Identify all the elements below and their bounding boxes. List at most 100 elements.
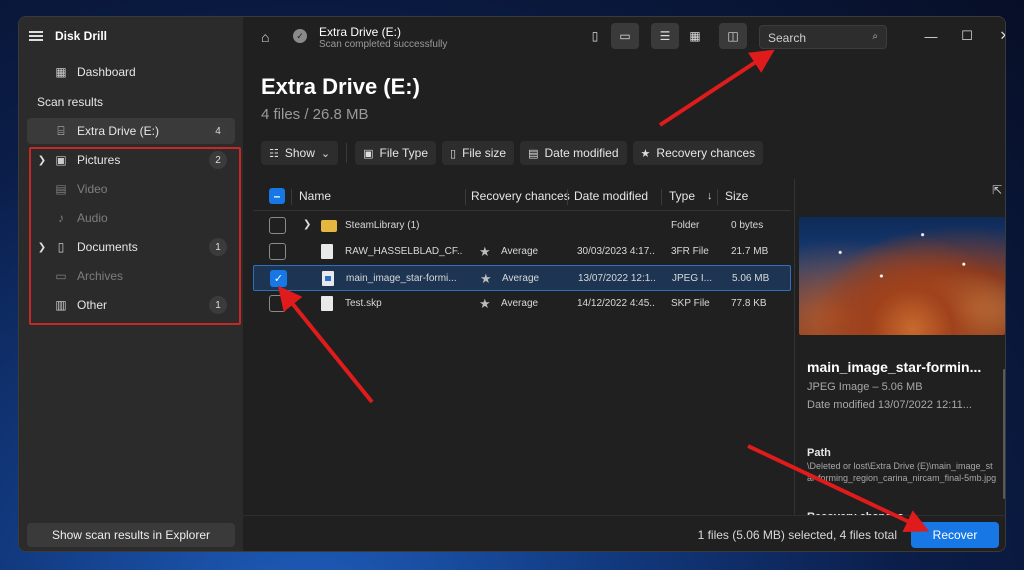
preview-pane-button[interactable]: ◫ [719, 23, 747, 49]
count-badge: 4 [209, 122, 227, 140]
calendar-icon: ▤ [528, 147, 539, 160]
file-name: SteamLibrary (1) [345, 220, 420, 231]
list-view-button[interactable]: ☰ [651, 23, 679, 49]
film-icon: ▤ [55, 182, 67, 196]
sidebar: Disk Drill ▦ Dashboard Scan results ⌸ Ex… [19, 17, 243, 551]
file-size: 77.8 KB [731, 298, 767, 309]
sidebar-item-other[interactable]: ▥ Other 1 [27, 292, 235, 318]
search-placeholder: Search [768, 31, 807, 45]
recovery-chance: Average [502, 273, 540, 284]
sort-down-icon: ↓ [707, 190, 713, 202]
chevron-right-icon[interactable]: ❯ [35, 155, 49, 166]
search-input[interactable]: Search ⌕ [759, 25, 887, 49]
table-row[interactable]: RAW_HASSELBLAD_CF... ★ Average 30/03/202… [253, 239, 791, 265]
file-name: RAW_HASSELBLAD_CF... [345, 246, 463, 257]
sidebar-item-dashboard[interactable]: ▦ Dashboard [27, 59, 235, 85]
preview-date: Date modified 13/07/2022 12:11... [807, 399, 972, 411]
selection-status: 1 files (5.06 MB) selected, 4 files tota… [697, 528, 897, 542]
sidebar-item-label: Pictures [77, 153, 121, 167]
preview-path: \Deleted or lost\Extra Drive (E)\main_im… [807, 461, 997, 483]
check-circle-icon: ✓ [293, 29, 307, 43]
count-badge: 2 [209, 151, 227, 169]
app-window: Disk Drill ▦ Dashboard Scan results ⌸ Ex… [18, 16, 1006, 552]
chevron-right-icon[interactable]: ❯ [303, 219, 311, 230]
filter-bar: ☷ Show ⌄ ▣ File Type ▯ File size ▤ Date … [261, 141, 764, 165]
preview-file-name: main_image_star-formin... [807, 359, 982, 375]
row-checkbox[interactable] [269, 243, 286, 260]
show-filter-button[interactable]: ☷ Show ⌄ [261, 141, 339, 165]
file-name: Test.skp [345, 298, 382, 309]
divider [346, 143, 348, 163]
recover-button[interactable]: Recover [911, 522, 999, 548]
drive-icon: ⌸ [57, 123, 65, 138]
column-recovery-chances[interactable]: Recovery chances [471, 181, 570, 211]
maximize-button[interactable]: ☐ [955, 25, 979, 47]
sidebar-item-label: Dashboard [77, 65, 136, 79]
minimize-button[interactable]: — [919, 25, 943, 47]
scan-status: Scan completed successfully [319, 39, 448, 50]
page-subtitle: 4 files / 26.8 MB [261, 106, 369, 123]
sidebar-item-label: Archives [77, 269, 124, 283]
archive-icon: ▭ [55, 269, 67, 283]
chevron-down-icon: ⌄ [320, 147, 331, 160]
table-row-selected[interactable]: ✓ main_image_star-formi... ★ Average 13/… [253, 265, 791, 291]
column-size[interactable]: Size [725, 181, 748, 211]
sliders-icon: ☷ [269, 147, 279, 160]
date-modified: 30/03/2023 4:17... [577, 246, 655, 257]
file-icon [321, 296, 333, 311]
date-modified-filter-button[interactable]: ▤ Date modified [520, 141, 627, 165]
select-all-checkbox[interactable]: – [269, 188, 285, 204]
sidebar-item-audio: ♪ Audio [27, 205, 235, 231]
sidebar-item-video: ▤ Video [27, 176, 235, 202]
scrollbar[interactable] [1003, 369, 1005, 499]
sidebar-item-label: Other [77, 298, 108, 312]
sidebar-item-documents[interactable]: ❯ ▯ Documents 1 [27, 234, 235, 260]
preview-file-kind: JPEG Image – 5.06 MB [807, 381, 923, 393]
panel-icon: ◫ [727, 29, 739, 43]
preview-panel: ⇱ main_image_star-formin... JPEG Image –… [794, 179, 1005, 523]
chevron-right-icon[interactable]: ❯ [35, 242, 49, 253]
sidebar-item-label: Video [77, 182, 108, 196]
folder-view-button[interactable]: ▭ [611, 23, 639, 49]
grid-icon: ▦ [689, 29, 701, 43]
sidebar-item-pictures[interactable]: ❯ ▣ Pictures 2 [27, 147, 235, 173]
file-type-filter-button[interactable]: ▣ File Type [355, 141, 436, 165]
file-size: 5.06 MB [732, 273, 770, 284]
table-header: – Name Recovery chances Date modified Ty… [253, 181, 791, 211]
table-row[interactable]: ❯ SteamLibrary (1) Folder 0 bytes [253, 213, 791, 239]
column-type[interactable]: Type ↓ [669, 181, 713, 211]
music-note-icon: ♪ [58, 211, 64, 225]
file-size-filter-button[interactable]: ▯ File size [442, 141, 515, 165]
column-name[interactable]: Name [299, 181, 331, 211]
file-type: 3FR File [671, 246, 709, 257]
home-icon[interactable]: ⌂ [261, 29, 277, 45]
sidebar-item-archives: ▭ Archives [27, 263, 235, 289]
row-checkbox[interactable] [269, 217, 286, 234]
folder-icon: ▭ [619, 29, 631, 43]
star-icon: ★ [479, 296, 491, 311]
file-view-button[interactable]: ▯ [581, 23, 609, 49]
image-icon: ▣ [55, 153, 67, 167]
page-title: Extra Drive (E:) [261, 74, 420, 99]
hamburger-menu-icon[interactable] [29, 31, 43, 41]
grid-view-button[interactable]: ▦ [681, 23, 709, 49]
row-checkbox[interactable] [269, 295, 286, 312]
list-icon: ☰ [659, 29, 671, 43]
close-button[interactable]: ✕ [993, 25, 1005, 47]
scan-results-label: Scan results [37, 95, 104, 109]
sidebar-item-extra-drive[interactable]: ⌸ Extra Drive (E:) 4 [27, 118, 235, 144]
show-in-explorer-button[interactable]: Show scan results in Explorer [27, 523, 235, 547]
app-title: Disk Drill [55, 29, 108, 43]
count-badge: 1 [209, 238, 227, 256]
file-icon: ▯ [591, 29, 599, 43]
open-external-icon[interactable]: ⇱ [992, 183, 1002, 197]
table-row[interactable]: Test.skp ★ Average 14/12/2022 4:45... SK… [253, 291, 791, 317]
row-checkbox-checked[interactable]: ✓ [270, 270, 287, 287]
recovery-chances-filter-button[interactable]: ★ Recovery chances [632, 141, 764, 165]
column-date-modified[interactable]: Date modified [574, 181, 648, 211]
title-bar: ⌂ ✓ Extra Drive (E:) Scan completed succ… [243, 17, 1005, 59]
document-icon: ▯ [57, 240, 65, 254]
recovery-chance: Average [501, 298, 539, 309]
sidebar-item-label: Extra Drive (E:) [77, 124, 160, 138]
document-icon: ▯ [450, 147, 457, 160]
